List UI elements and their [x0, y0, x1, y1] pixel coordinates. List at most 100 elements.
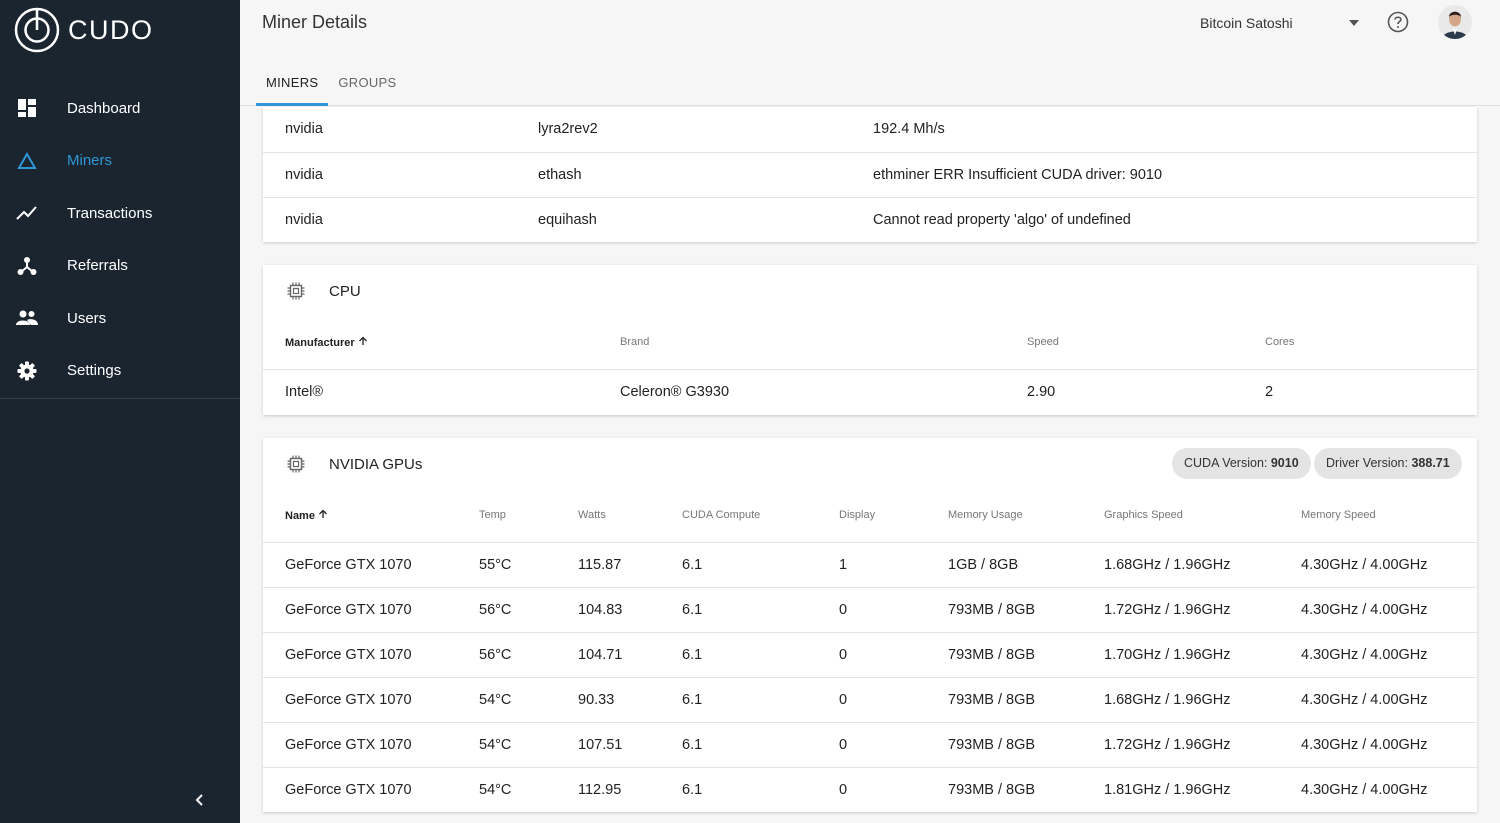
gpu-name-cell: GeForce GTX 1070: [285, 737, 412, 753]
column-header-memory-usage[interactable]: Memory Usage: [948, 509, 1023, 521]
status-cell: ethminer ERR Insufficient CUDA driver: 9…: [873, 167, 1163, 183]
gpu-title: NVIDIA GPUs: [329, 455, 423, 473]
avatar[interactable]: [1438, 5, 1472, 39]
chip-icon: [287, 282, 305, 300]
gpu-name-cell: GeForce GTX 1070: [285, 782, 412, 798]
cpu-card: CPU Manufacturer Brand Speed Cores Intel…: [263, 265, 1477, 415]
column-header: Name: [285, 510, 315, 522]
column-header-cuda-compute[interactable]: CUDA Compute: [682, 509, 760, 521]
manufacturer-cell: Intel®: [285, 384, 324, 400]
gpu-watts-cell: 115.87: [578, 557, 622, 573]
sidebar: CUDO Dashboard Miners Transactions Refer…: [0, 0, 240, 823]
chevron-left-icon: [195, 794, 203, 806]
sidebar-item-label: Dashboard: [67, 99, 141, 117]
sidebar-item-label: Transactions: [67, 204, 153, 222]
cudo-logo-icon: [14, 7, 60, 53]
column-header-cores[interactable]: Cores: [1265, 336, 1294, 348]
column-header: Manufacturer: [285, 337, 355, 349]
column-header-graphics-speed[interactable]: Graphics Speed: [1104, 509, 1183, 521]
brand-cell: Celeron® G3930: [620, 384, 730, 400]
user-avatar-icon: [1438, 5, 1472, 39]
device-cell: nvidia: [285, 167, 323, 183]
gpu-temp-cell: 56°C: [479, 647, 512, 663]
gpu-compute-cell: 6.1: [682, 602, 703, 618]
algo-cell: ethash: [538, 167, 582, 183]
sidebar-item-label: Referrals: [67, 257, 128, 275]
speed-cell: 2.90: [1027, 384, 1056, 400]
sidebar-item-transactions[interactable]: Transactions: [0, 187, 240, 240]
gpu-memory-cell: 793MB / 8GB: [948, 647, 1036, 663]
gpu-temp-cell: 54°C: [479, 692, 512, 708]
column-header-speed[interactable]: Speed: [1027, 336, 1059, 348]
sidebar-item-label: Settings: [67, 362, 122, 380]
algorithms-card: nvidia lyra2rev2 192.4 Mh/s nvidia ethas…: [263, 107, 1477, 242]
sidebar-item-miners[interactable]: Miners: [0, 135, 240, 188]
gpu-display-cell: 1: [839, 557, 848, 573]
gpu-name-cell: GeForce GTX 1070: [285, 647, 412, 663]
column-header-temp[interactable]: Temp: [479, 509, 506, 521]
users-icon: [14, 305, 40, 331]
gpu-graphics-speed-cell: 1.81GHz / 1.96GHz: [1104, 782, 1231, 798]
tabs: MINERS GROUPS: [256, 64, 407, 106]
gpu-memory-speed-cell: 4.30GHz / 4.00GHz: [1301, 557, 1428, 573]
table-row: nvidia lyra2rev2 192.4 Mh/s: [263, 107, 1477, 152]
caret-down-icon: [1349, 20, 1359, 26]
sidebar-item-settings[interactable]: Settings: [0, 345, 240, 398]
table-row: GeForce GTX 1070 56°C 104.83 6.1 0 793MB…: [263, 587, 1477, 632]
driver-version-value: 388.71: [1411, 456, 1450, 470]
gpu-memory-cell: 793MB / 8GB: [948, 692, 1036, 708]
gpu-name-cell: GeForce GTX 1070: [285, 557, 412, 573]
logo[interactable]: CUDO: [14, 7, 154, 53]
sidebar-item-users[interactable]: Users: [0, 292, 240, 345]
page-title: Miner Details: [262, 12, 368, 32]
gpu-memory-cell: 793MB / 8GB: [948, 782, 1036, 798]
column-header-brand[interactable]: Brand: [620, 336, 649, 348]
gpu-memory-speed-cell: 4.30GHz / 4.00GHz: [1301, 737, 1428, 753]
sort-header-manufacturer[interactable]: Manufacturer: [285, 336, 368, 349]
card-title: NVIDIA GPUs: [287, 452, 422, 476]
cuda-version-chip: CUDA Version: 9010: [1172, 448, 1311, 479]
cores-cell: 2: [1265, 384, 1274, 400]
gpu-temp-cell: 56°C: [479, 602, 512, 618]
gpu-compute-cell: 6.1: [682, 557, 703, 573]
gpu-memory-speed-cell: 4.30GHz / 4.00GHz: [1301, 692, 1428, 708]
cuda-version-value: 9010: [1270, 456, 1299, 470]
table-row: nvidia ethash ethminer ERR Insufficient …: [263, 152, 1477, 197]
column-header-display[interactable]: Display: [839, 509, 875, 521]
chip-icon: [287, 455, 305, 473]
sidebar-item-referrals[interactable]: Referrals: [0, 240, 240, 293]
user-select[interactable]: Bitcoin Satoshi: [1200, 12, 1360, 34]
header: Miner Details Bitcoin Satoshi MINERS GRO…: [240, 0, 1500, 106]
gpu-watts-cell: 104.83: [578, 602, 623, 618]
trend-icon: [14, 200, 40, 226]
sidebar-item-dashboard[interactable]: Dashboard: [0, 82, 240, 135]
gpu-card: NVIDIA GPUs CUDA Version: 9010 Driver Ve…: [263, 438, 1477, 812]
gpu-compute-cell: 6.1: [682, 782, 703, 798]
status-cell: 192.4 Mh/s: [873, 121, 945, 137]
tab-groups[interactable]: GROUPS: [328, 64, 406, 106]
collapse-sidebar-button[interactable]: [186, 786, 214, 814]
card-title: CPU: [287, 279, 361, 303]
logo-text: CUDO: [68, 14, 154, 45]
algo-cell: equihash: [538, 212, 597, 228]
gpu-memory-speed-cell: 4.30GHz / 4.00GHz: [1301, 602, 1428, 618]
gpu-graphics-speed-cell: 1.68GHz / 1.96GHz: [1104, 692, 1231, 708]
table-row: GeForce GTX 1070 54°C 112.95 6.1 0 793MB…: [263, 767, 1477, 812]
gpu-display-cell: 0: [839, 692, 848, 708]
tab-miners[interactable]: MINERS: [256, 64, 329, 106]
gpu-compute-cell: 6.1: [682, 692, 703, 708]
gpu-memory-cell: 793MB / 8GB: [948, 737, 1036, 753]
gpu-display-cell: 0: [839, 647, 848, 663]
gpu-temp-cell: 55°C: [479, 557, 512, 573]
help-icon[interactable]: [1387, 11, 1409, 33]
driver-version-label: Driver Version:: [1326, 456, 1408, 470]
cpu-title: CPU: [329, 282, 361, 300]
table-row: nvidia equihash Cannot read property 'al…: [263, 197, 1477, 242]
gpu-graphics-speed-cell: 1.72GHz / 1.96GHz: [1104, 737, 1231, 753]
gpu-watts-cell: 107.51: [578, 737, 623, 753]
table-row: GeForce GTX 1070 54°C 107.51 6.1 0 793MB…: [263, 722, 1477, 767]
column-header-memory-speed[interactable]: Memory Speed: [1301, 509, 1376, 521]
status-cell: Cannot read property 'algo' of undefined: [873, 212, 1131, 228]
column-header-watts[interactable]: Watts: [578, 509, 606, 521]
sort-header-name[interactable]: Name: [285, 509, 328, 522]
